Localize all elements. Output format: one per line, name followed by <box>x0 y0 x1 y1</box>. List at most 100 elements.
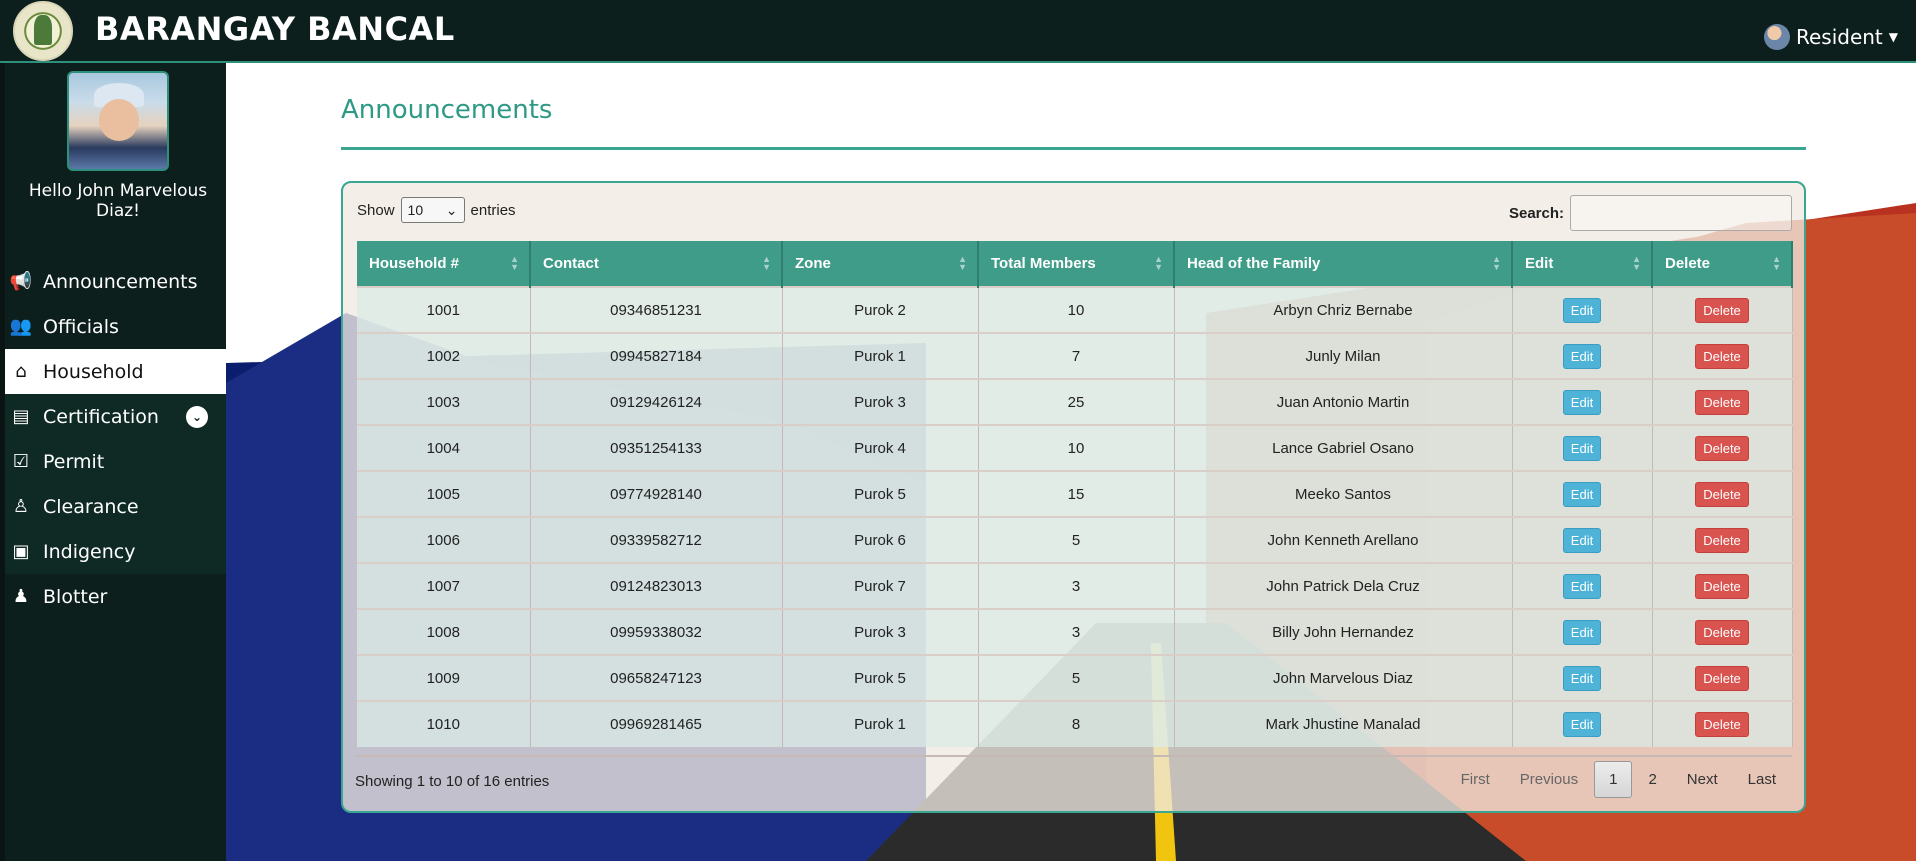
table-row: 1010 09969281465 Purok 1 8 Mark Jhustine… <box>357 700 1793 747</box>
entries-info: Showing 1 to 10 of 16 entries <box>355 773 550 790</box>
column-header[interactable]: Total Members ▲ ▼ <box>978 241 1175 287</box>
sort-icon: ▲ ▼ <box>762 254 771 272</box>
household-table: Household # ▲ ▼ Contact ▲ ▼ Zone ▲ ▼ Total Mem… <box>357 241 1793 747</box>
first-page-button[interactable]: First <box>1447 763 1504 796</box>
page-button-1[interactable]: 1 <box>1594 761 1633 798</box>
delete-cell: Delete <box>1652 470 1793 517</box>
edit-cell: Edit <box>1512 654 1653 701</box>
column-header[interactable]: Zone ▲ ▼ <box>782 241 979 287</box>
delete-cell: Delete <box>1652 424 1793 471</box>
edit-button[interactable]: Edit <box>1562 619 1602 645</box>
column-header[interactable]: Contact ▲ ▼ <box>530 241 783 287</box>
column-header[interactable]: Edit ▲ ▼ <box>1512 241 1653 287</box>
person-check-icon: ♙ <box>12 496 30 517</box>
delete-cell: Delete <box>1652 700 1793 747</box>
certificate-icon: ▤ <box>12 406 30 427</box>
head-cell: Juan Antonio Martin <box>1174 378 1513 425</box>
chevron-down-icon[interactable]: ⌄ <box>186 406 208 428</box>
edit-button[interactable]: Edit <box>1562 297 1602 323</box>
sidebar-item-announcements[interactable]: 📢 Announcements <box>5 259 226 304</box>
delete-button[interactable]: Delete <box>1695 297 1749 323</box>
sort-icon: ▲ ▼ <box>510 254 519 272</box>
last-page-button[interactable]: Last <box>1734 763 1790 796</box>
members-cell: 10 <box>978 424 1175 471</box>
sidebar-item-household[interactable]: ⌂ Household <box>5 349 226 394</box>
edit-button[interactable]: Edit <box>1562 389 1602 415</box>
sidebar-item-clearance[interactable]: ♙ Clearance <box>5 484 226 529</box>
household-cell: 1004 <box>357 424 531 471</box>
contact-cell: 09774928140 <box>530 470 783 517</box>
delete-button[interactable]: Delete <box>1695 619 1749 645</box>
sidebar: Hello John Marvelous Diaz! 📢 Announcemen… <box>0 63 226 861</box>
table-footer-divider <box>357 755 1792 757</box>
table-row: 1008 09959338032 Purok 3 3 Billy John He… <box>357 608 1793 655</box>
sort-icon: ▲ ▼ <box>1632 254 1641 272</box>
zone-cell: Purok 1 <box>782 332 979 379</box>
search-input[interactable] <box>1570 195 1792 231</box>
show-label: Show <box>357 201 395 219</box>
members-cell: 8 <box>978 700 1175 747</box>
edit-cell: Edit <box>1512 608 1653 655</box>
table-row: 1002 09945827184 Purok 1 7 Junly Milan E… <box>357 332 1793 379</box>
edit-button[interactable]: Edit <box>1562 527 1602 553</box>
members-cell: 3 <box>978 562 1175 609</box>
edit-button[interactable]: Edit <box>1562 665 1602 691</box>
page-title: Announcements <box>341 95 553 125</box>
household-cell: 1009 <box>357 654 531 701</box>
column-header[interactable]: Household # ▲ ▼ <box>357 241 531 287</box>
sidebar-item-label: Permit <box>43 450 105 473</box>
entries-select[interactable]: 10 ⌄ <box>400 197 465 223</box>
household-cell: 1006 <box>357 516 531 563</box>
sidebar-item-indigency[interactable]: ▣ Indigency <box>5 529 226 574</box>
delete-button[interactable]: Delete <box>1695 389 1749 415</box>
bullhorn-icon: 📢 <box>9 271 33 292</box>
sidebar-item-label: Certification <box>43 405 159 428</box>
contact-cell: 09339582712 <box>530 516 783 563</box>
delete-button[interactable]: Delete <box>1695 343 1749 369</box>
household-cell: 1005 <box>357 470 531 517</box>
head-cell: Meeko Santos <box>1174 470 1513 517</box>
edit-button[interactable]: Edit <box>1562 481 1602 507</box>
zone-cell: Purok 5 <box>782 470 979 517</box>
contact-cell: 09969281465 <box>530 700 783 747</box>
members-cell: 25 <box>978 378 1175 425</box>
table-row: 1009 09658247123 Purok 5 5 John Marvelou… <box>357 654 1793 701</box>
head-cell: Billy John Hernandez <box>1174 608 1513 655</box>
edit-button[interactable]: Edit <box>1562 573 1602 599</box>
sidebar-item-permit[interactable]: ☑ Permit <box>5 439 226 484</box>
members-cell: 7 <box>978 332 1175 379</box>
sidebar-item-label: Announcements <box>43 270 198 293</box>
delete-button[interactable]: Delete <box>1695 573 1749 599</box>
page-button-2[interactable]: 2 <box>1634 763 1670 796</box>
show-entries-control: Show 10 ⌄ entries <box>357 197 516 223</box>
column-header[interactable]: Head of the Family ▲ ▼ <box>1174 241 1513 287</box>
sidebar-item-certification[interactable]: ▤ Certification ⌄ <box>5 394 226 439</box>
sidebar-item-blotter[interactable]: ♟ Blotter <box>5 574 226 619</box>
delete-button[interactable]: Delete <box>1695 435 1749 461</box>
edit-cell: Edit <box>1512 424 1653 471</box>
previous-page-button[interactable]: Previous <box>1506 763 1592 796</box>
next-page-button[interactable]: Next <box>1673 763 1732 796</box>
delete-button[interactable]: Delete <box>1695 712 1749 737</box>
delete-button[interactable]: Delete <box>1695 481 1749 507</box>
delete-cell: Delete <box>1652 286 1793 333</box>
members-cell: 5 <box>978 654 1175 701</box>
contact-cell: 09351254133 <box>530 424 783 471</box>
edit-button[interactable]: Edit <box>1562 712 1602 737</box>
household-cell: 1010 <box>357 700 531 747</box>
user-menu[interactable]: Resident ▼ <box>1763 24 1898 50</box>
edit-button[interactable]: Edit <box>1562 435 1602 461</box>
greeting-text: Hello John Marvelous Diaz! <box>28 181 208 221</box>
table-row: 1007 09124823013 Purok 7 3 John Patrick … <box>357 562 1793 609</box>
head-cell: Junly Milan <box>1174 332 1513 379</box>
sidebar-item-label: Officials <box>43 315 119 338</box>
edit-button[interactable]: Edit <box>1562 343 1602 369</box>
delete-button[interactable]: Delete <box>1695 665 1749 691</box>
delete-cell: Delete <box>1652 608 1793 655</box>
sidebar-item-officials[interactable]: 👥 Officials <box>5 304 226 349</box>
delete-cell: Delete <box>1652 332 1793 379</box>
main-content: Announcements Show 10 ⌄ entries Search: … <box>226 63 1916 861</box>
table-row: 1005 09774928140 Purok 5 15 Meeko Santos… <box>357 470 1793 517</box>
column-header[interactable]: Delete ▲ ▼ <box>1652 241 1793 287</box>
delete-button[interactable]: Delete <box>1695 527 1749 553</box>
